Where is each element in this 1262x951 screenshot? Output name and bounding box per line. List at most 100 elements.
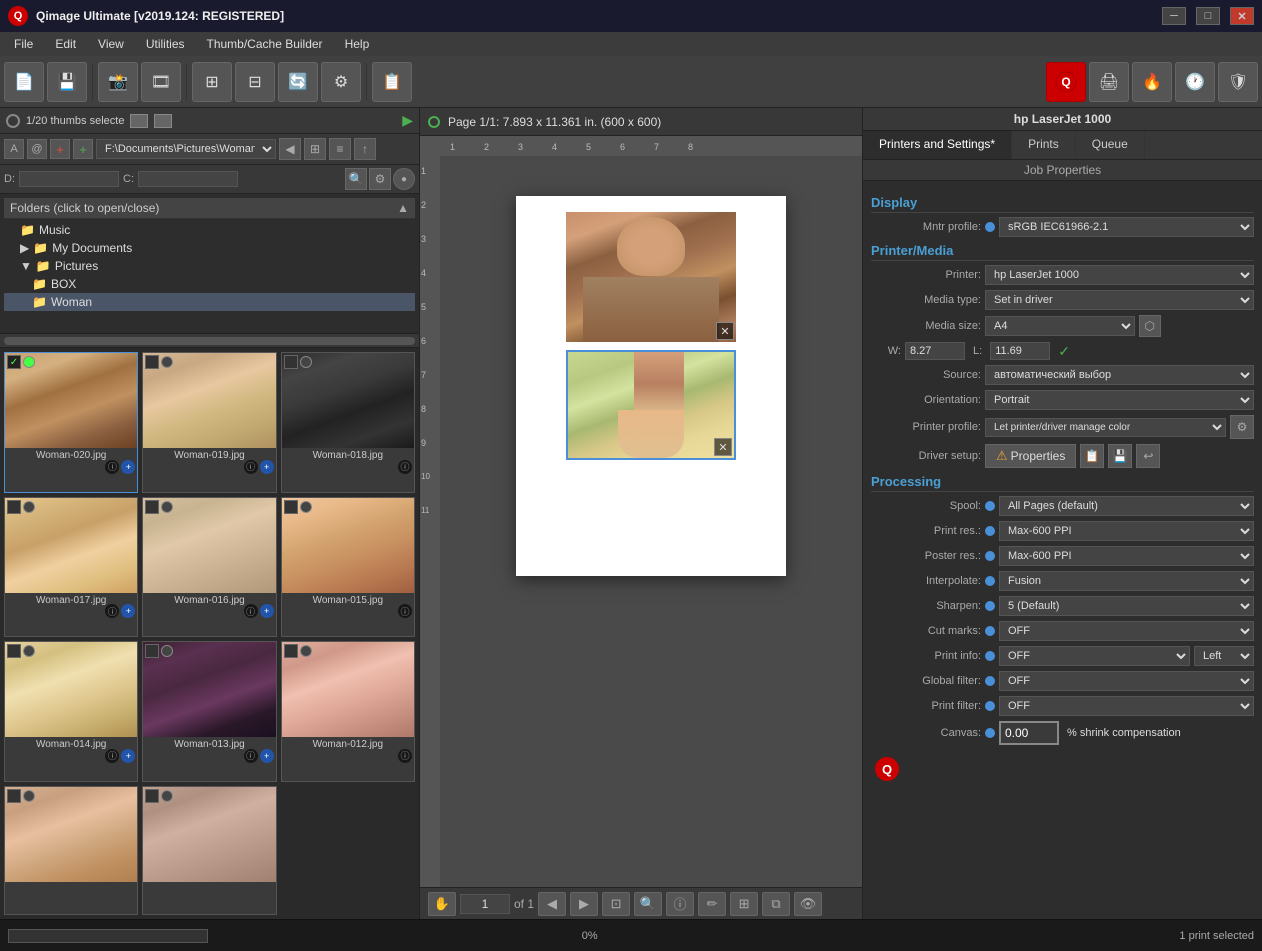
fit-page-btn[interactable]: ⊡: [602, 892, 630, 916]
hand-tool-btn[interactable]: ✋: [428, 892, 456, 916]
tab-prints[interactable]: Prints: [1012, 131, 1076, 159]
fire-button[interactable]: 🔥: [1132, 62, 1172, 102]
check-box-012[interactable]: [284, 644, 298, 658]
check-box-011[interactable]: [7, 789, 21, 803]
spool-select[interactable]: All Pages (default): [999, 496, 1254, 516]
tab-printers-settings[interactable]: Printers and Settings*: [863, 131, 1012, 159]
radio-018[interactable]: [300, 356, 312, 368]
prev-page-btn[interactable]: ◀: [538, 892, 566, 916]
check-box-014[interactable]: [7, 644, 21, 658]
check-box-017[interactable]: [7, 500, 21, 514]
thumb-info-btn-020[interactable]: ⓘ: [105, 460, 119, 474]
red-action-button[interactable]: Q: [1046, 62, 1086, 102]
menu-view[interactable]: View: [88, 35, 134, 53]
radio-015[interactable]: [300, 501, 312, 513]
wl-confirm-btn[interactable]: ✓: [1058, 343, 1070, 360]
d-input[interactable]: [19, 171, 119, 187]
radio-017[interactable]: [23, 501, 35, 513]
radio-012[interactable]: [300, 645, 312, 657]
mntr-profile-select[interactable]: sRGB IEC61966-2.1: [999, 217, 1254, 237]
menu-help[interactable]: Help: [335, 35, 380, 53]
w-input[interactable]: [905, 342, 965, 360]
new-button[interactable]: 📄: [4, 62, 44, 102]
thumb-info-btn-018[interactable]: ⓘ: [398, 460, 412, 474]
media-size-select[interactable]: A4: [985, 316, 1135, 336]
dc-settings-btn[interactable]: ⚙: [369, 168, 391, 190]
check-box-019[interactable]: [145, 355, 159, 369]
thumb-019[interactable]: ⓘ + Woman-019.jpg: [142, 352, 276, 493]
canvas-input[interactable]: [999, 721, 1059, 745]
radio-016[interactable]: [161, 501, 173, 513]
orientation-select[interactable]: Portrait: [985, 390, 1254, 410]
info-btn[interactable]: ⓘ: [666, 892, 694, 916]
thumb-018[interactable]: ⓘ Woman-018.jpg: [281, 352, 415, 493]
menu-file[interactable]: File: [4, 35, 43, 53]
print-button[interactable]: 🖨: [1089, 62, 1129, 102]
cut-marks-select[interactable]: OFF: [999, 621, 1254, 641]
l-input[interactable]: [990, 342, 1050, 360]
radio-010[interactable]: [161, 790, 173, 802]
sharpen-select[interactable]: 5 (Default): [999, 596, 1254, 616]
abc-icon[interactable]: A: [4, 139, 24, 159]
settings-button[interactable]: ⚙: [321, 62, 361, 102]
grid-button[interactable]: ⊞: [192, 62, 232, 102]
c-input[interactable]: [138, 171, 238, 187]
thumb-info-btn-014[interactable]: ⓘ: [105, 749, 119, 763]
tree-item-box[interactable]: 📁 BOX: [4, 275, 415, 293]
thumb-013[interactable]: ⓘ + Woman-013.jpg: [142, 641, 276, 782]
nav-list-btn[interactable]: ≡: [329, 138, 351, 160]
tree-item-woman[interactable]: 📁 Woman: [4, 293, 415, 311]
driver-copy-btn[interactable]: 📋: [1080, 444, 1104, 468]
edit-btn[interactable]: ✏: [698, 892, 726, 916]
check-box-010[interactable]: [145, 789, 159, 803]
thumb-010[interactable]: [142, 786, 276, 916]
hscroll[interactable]: [4, 337, 415, 345]
minimize-button[interactable]: ─: [1162, 7, 1186, 25]
print-info-select[interactable]: OFF: [999, 646, 1190, 666]
thumb-info-btn-016[interactable]: ⓘ: [244, 604, 258, 618]
thumb-info-btn-017[interactable]: ⓘ: [105, 604, 119, 618]
thumb-mode-btn1[interactable]: [130, 114, 148, 128]
radio-019[interactable]: [161, 356, 173, 368]
thumb-015[interactable]: ⓘ Woman-015.jpg: [281, 497, 415, 638]
thumb-radio[interactable]: [6, 114, 20, 128]
thumb-add-btn-019[interactable]: +: [260, 460, 274, 474]
page-number-input[interactable]: [460, 894, 510, 914]
close-button[interactable]: ✕: [1230, 7, 1254, 25]
print-image-1[interactable]: ✕: [566, 212, 736, 342]
path-selector[interactable]: F:\Documents\Pictures\Woman: [96, 139, 276, 159]
next-page-btn[interactable]: ▶: [570, 892, 598, 916]
check-box-020[interactable]: ✓: [7, 355, 21, 369]
folders-header[interactable]: Folders (click to open/close) ▲: [4, 198, 415, 219]
menu-utilities[interactable]: Utilities: [136, 35, 195, 53]
thumb-add-btn-020[interactable]: +: [121, 460, 135, 474]
media-size-icon-btn[interactable]: ⬡: [1139, 315, 1161, 337]
thumb-016[interactable]: ⓘ + Woman-016.jpg: [142, 497, 276, 638]
thumb-020[interactable]: ✓ ⓘ + Woman-020.jpg: [4, 352, 138, 493]
zoom-in-btn[interactable]: 🔍: [634, 892, 662, 916]
nav-up-btn[interactable]: ↑: [354, 138, 376, 160]
dc-refresh-btn[interactable]: ●: [393, 168, 415, 190]
bottom-red-btn[interactable]: Q: [875, 757, 899, 781]
check-box-015[interactable]: [284, 500, 298, 514]
menu-thumb-cache[interactable]: Thumb/Cache Builder: [197, 35, 333, 53]
refresh-button[interactable]: 🔄: [278, 62, 318, 102]
printer-select[interactable]: hp LaserJet 1000: [985, 265, 1254, 285]
maximize-button[interactable]: □: [1196, 7, 1220, 25]
tree-item-music[interactable]: 📁 Music: [4, 221, 415, 239]
shield-button[interactable]: 🛡: [1218, 62, 1258, 102]
remove-image-2-btn[interactable]: ✕: [714, 438, 732, 456]
copy-btn[interactable]: ⧉: [762, 892, 790, 916]
thumb-info-btn-019[interactable]: ⓘ: [244, 460, 258, 474]
printer-profile-settings-btn[interactable]: ⚙: [1230, 415, 1254, 439]
print-info-pos-select[interactable]: Left: [1194, 646, 1254, 666]
driver-undo-btn[interactable]: ↩: [1136, 444, 1160, 468]
driver-properties-btn[interactable]: ⚠ Properties: [985, 444, 1076, 468]
tree-item-mydocs[interactable]: ▶ 📁 My Documents: [4, 239, 415, 257]
check-box-018[interactable]: [284, 355, 298, 369]
save-button[interactable]: 💾: [47, 62, 87, 102]
source-select[interactable]: автоматический выбор: [985, 365, 1254, 385]
nav-split-btn[interactable]: ⊞: [304, 138, 326, 160]
print-image-2[interactable]: ✕: [566, 350, 736, 460]
layout-btn[interactable]: ⊞: [730, 892, 758, 916]
